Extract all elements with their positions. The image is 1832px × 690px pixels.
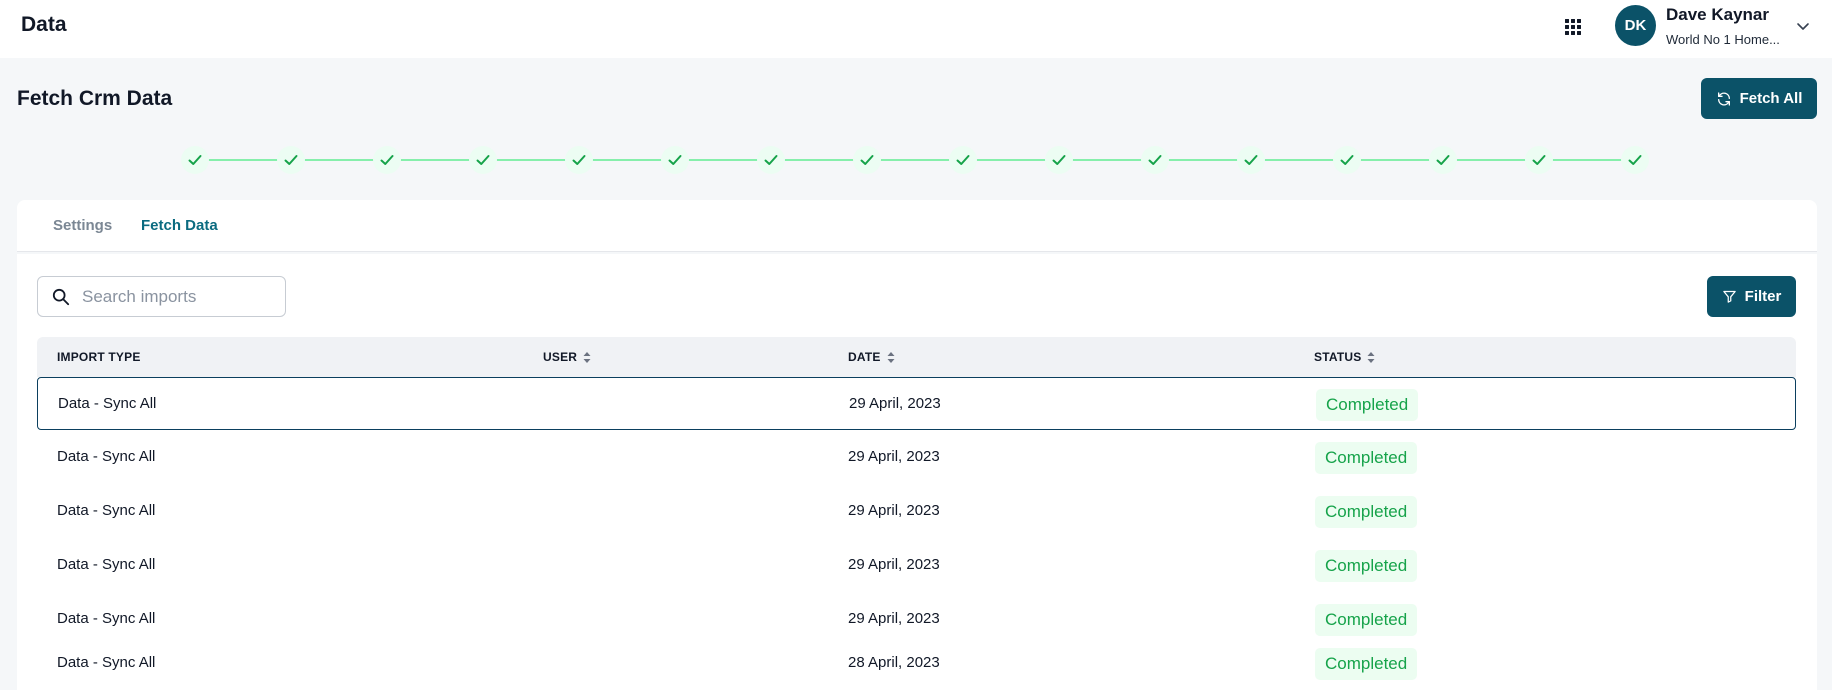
date-cell: 28 April, 2023 [848, 654, 940, 671]
table-row[interactable]: Data - Sync All 29 April, 2023 Completed [37, 431, 1796, 484]
step-complete-check-icon [1141, 146, 1169, 174]
status-badge: Completed [1315, 648, 1418, 680]
step-complete-check-icon [181, 146, 209, 174]
top-bar: Data DK Dave Kaynar World No 1 Home... [0, 0, 1832, 58]
step-complete-check-icon [277, 146, 305, 174]
step-complete-check-icon [949, 146, 977, 174]
column-header-status[interactable]: STATUS [1314, 350, 1375, 364]
grid-apps-icon[interactable] [1563, 17, 1583, 37]
tab-settings[interactable]: Settings [53, 217, 112, 234]
tab-fetch-data[interactable]: Fetch Data [141, 217, 218, 234]
import-type-cell: Data - Sync All [57, 556, 156, 573]
fetch-all-label: Fetch All [1739, 90, 1803, 107]
step-complete-check-icon [1429, 146, 1457, 174]
column-header-user[interactable]: USER [543, 350, 591, 364]
step-complete-check-icon [1237, 146, 1265, 174]
stepper-connector [399, 159, 471, 161]
search-input[interactable] [82, 278, 278, 315]
date-cell: 29 April, 2023 [848, 502, 940, 519]
stepper-connector [1359, 159, 1431, 161]
stepper-connector [879, 159, 951, 161]
avatar[interactable]: DK [1615, 5, 1656, 46]
user-organization: World No 1 Home... [1666, 32, 1780, 47]
filter-icon [1722, 290, 1736, 303]
status-badge: Completed [1315, 496, 1418, 528]
step-complete-check-icon [565, 146, 593, 174]
status-badge: Completed [1315, 442, 1418, 474]
filter-label: Filter [1744, 288, 1782, 305]
step-complete-check-icon [661, 146, 689, 174]
stepper-connector [1263, 159, 1335, 161]
table-row[interactable]: Data - Sync All 28 April, 2023 Completed [37, 637, 1796, 690]
refresh-icon [1717, 91, 1730, 106]
step-complete-check-icon [469, 146, 497, 174]
stepper-connector [1167, 159, 1239, 161]
user-name[interactable]: Dave Kaynar [1666, 5, 1769, 25]
sort-icon[interactable] [1367, 351, 1375, 363]
date-cell: 29 April, 2023 [848, 610, 940, 627]
search-box[interactable] [37, 276, 286, 317]
stepper-connector [303, 159, 375, 161]
column-header-date[interactable]: DATE [848, 350, 895, 364]
stepper-connector [495, 159, 567, 161]
stepper-connector [1071, 159, 1143, 161]
progress-stepper [181, 146, 1649, 174]
table-header: IMPORT TYPE USER DATE STATUS [37, 337, 1796, 377]
stepper-connector [687, 159, 759, 161]
status-badge: Completed [1315, 604, 1418, 636]
sort-icon[interactable] [887, 351, 895, 363]
stepper-connector [1455, 159, 1527, 161]
step-complete-check-icon [1045, 146, 1073, 174]
step-complete-check-icon [373, 146, 401, 174]
sort-icon[interactable] [583, 351, 591, 363]
filter-button[interactable]: Filter [1707, 276, 1796, 317]
table-row[interactable]: Data - Sync All 29 April, 2023 Completed [37, 485, 1796, 538]
import-type-cell: Data - Sync All [57, 502, 156, 519]
column-header-import-type: IMPORT TYPE [57, 350, 141, 364]
date-cell: 29 April, 2023 [849, 395, 941, 412]
import-type-cell: Data - Sync All [58, 395, 157, 412]
step-complete-check-icon [757, 146, 785, 174]
chevron-down-icon[interactable] [1795, 18, 1811, 34]
table-row[interactable]: Data - Sync All 29 April, 2023 Completed [37, 539, 1796, 592]
import-type-cell: Data - Sync All [57, 610, 156, 627]
date-cell: 29 April, 2023 [848, 448, 940, 465]
stepper-connector [783, 159, 855, 161]
stepper-connector [975, 159, 1047, 161]
stepper-connector [207, 159, 279, 161]
stepper-connector [591, 159, 663, 161]
fetch-all-button[interactable]: Fetch All [1701, 78, 1817, 119]
date-cell: 29 April, 2023 [848, 556, 940, 573]
step-complete-check-icon [1621, 146, 1649, 174]
import-type-cell: Data - Sync All [57, 654, 156, 671]
table-row[interactable]: Data - Sync All 29 April, 2023 Completed [37, 377, 1796, 430]
search-icon [52, 288, 70, 306]
import-type-cell: Data - Sync All [57, 448, 156, 465]
stepper-connector [1551, 159, 1623, 161]
page-title: Fetch Crm Data [17, 87, 173, 110]
step-complete-check-icon [1333, 146, 1361, 174]
step-complete-check-icon [1525, 146, 1553, 174]
status-badge: Completed [1315, 550, 1418, 582]
status-badge: Completed [1316, 389, 1419, 421]
tab-bar: Settings Fetch Data [17, 200, 1817, 252]
app-title: Data [21, 13, 67, 36]
step-complete-check-icon [853, 146, 881, 174]
